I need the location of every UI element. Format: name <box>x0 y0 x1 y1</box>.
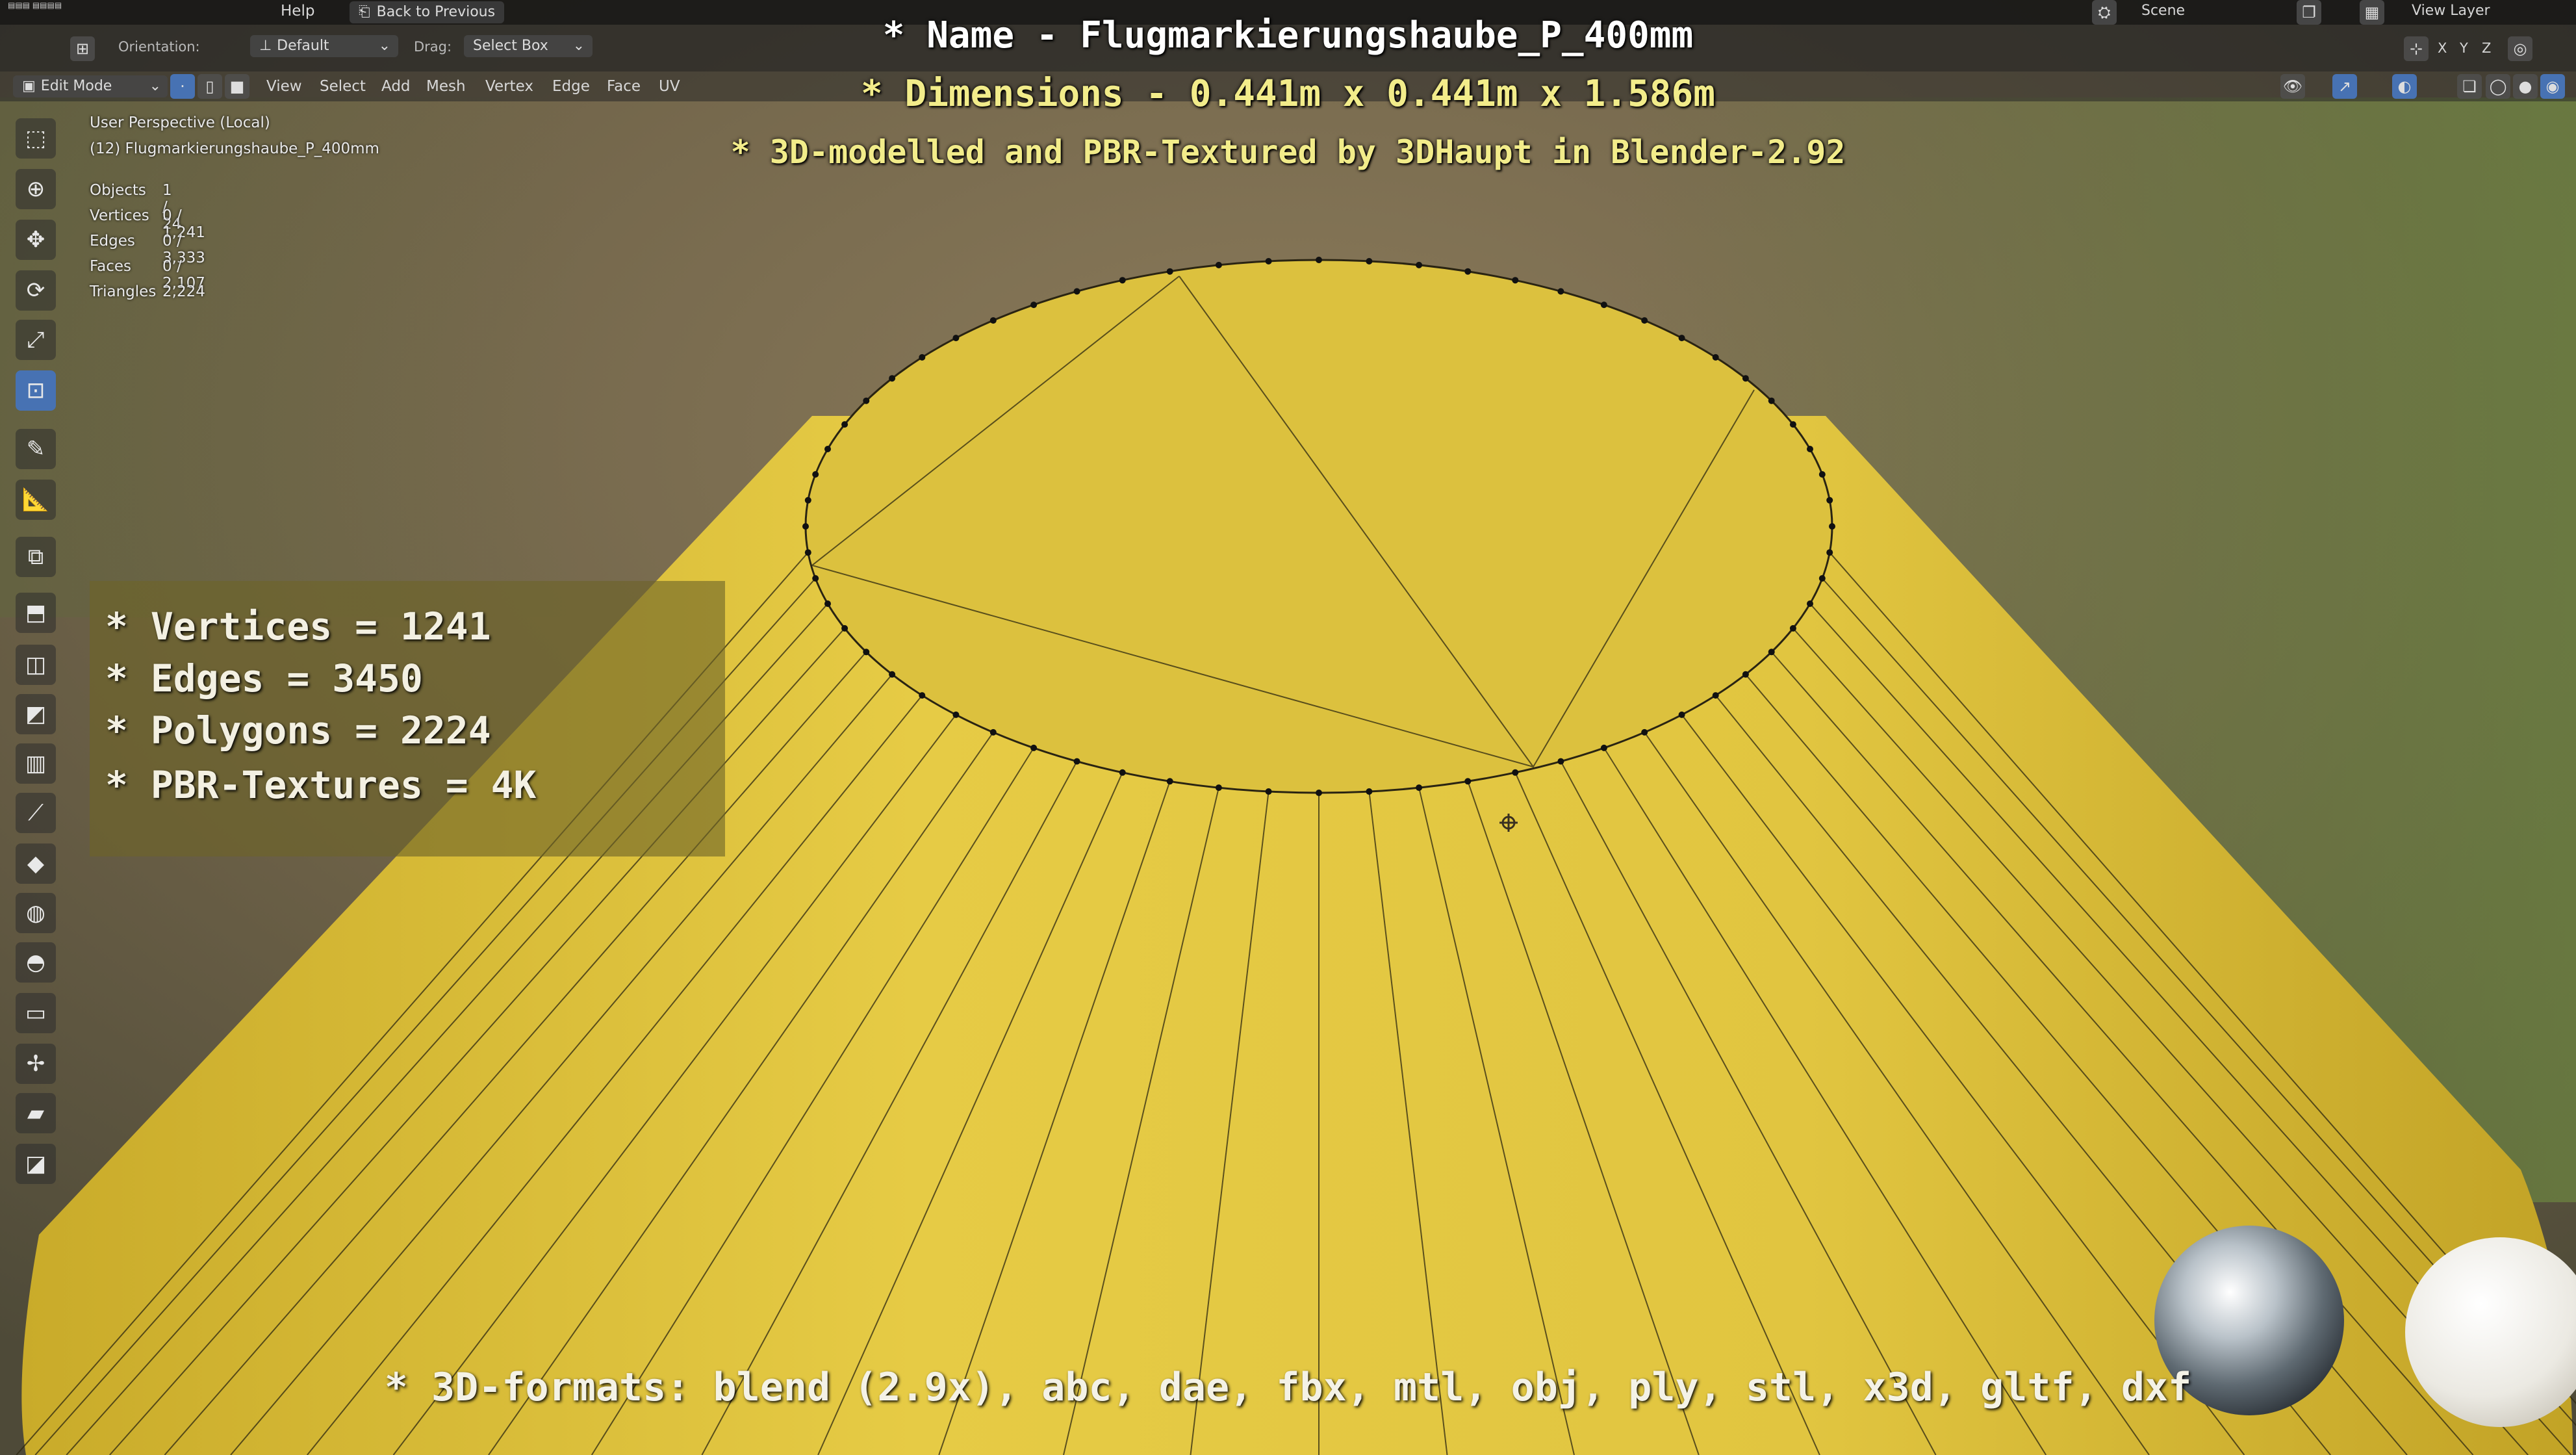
file-path-note: ▤▤▤ ▤▤▤▤ <box>8 1 62 10</box>
shrink-fatten-icon[interactable]: ✢ <box>16 1044 56 1084</box>
cursor-icon[interactable]: ⊕ <box>16 169 56 209</box>
stat-label: Edges <box>90 233 135 250</box>
smooth-icon[interactable]: ◓ <box>16 942 56 983</box>
poly-build-icon[interactable]: ◆ <box>16 843 56 884</box>
extrude-icon[interactable]: ⬒ <box>16 593 56 633</box>
overlay-formats: * 3D-formats: blend (2.9x), abc, dae, fb… <box>384 1365 2192 1410</box>
stat-label: Vertices <box>90 207 149 224</box>
stat-vertices: Vertices 0 / 1,241 <box>90 207 205 241</box>
stat-triangles: Triangles 2,224 <box>90 283 205 300</box>
stat-objects: Objects 1 / 24 <box>90 182 181 233</box>
info-vertices: * Vertices = 1241 <box>105 604 491 649</box>
tool-shelf: ⬚ ⊕ ✥ ⟳ ⤢ ⊡ ✎ 📐 ⧉ ⬒ ◫ ◩ ▥ ⟋ ◆ ◍ ◓ ▭ ✢ ▰ … <box>4 110 70 1254</box>
info-edges: * Edges = 3450 <box>105 656 423 701</box>
info-polygons: * Polygons = 2224 <box>105 708 491 753</box>
mesh-info-box: * Vertices = 1241 * Edges = 3450 * Polyg… <box>90 581 725 856</box>
measure-icon[interactable]: 📐 <box>16 480 56 520</box>
annotate-icon[interactable]: ✎ <box>16 429 56 469</box>
spin-icon[interactable]: ◍ <box>16 893 56 933</box>
move-icon[interactable]: ✥ <box>16 220 56 260</box>
rotate-icon[interactable]: ⟳ <box>16 270 56 311</box>
rip-icon[interactable]: ◪ <box>16 1144 56 1184</box>
overlay-title-credits: * 3D-modelled and PBR-Textured by 3DHaup… <box>730 133 1846 171</box>
stat-label: Triangles <box>90 283 157 300</box>
stat-faces: Faces 0 / 2,107 <box>90 258 205 292</box>
stat-label: Faces <box>90 258 131 275</box>
transform-icon[interactable]: ⊡ <box>16 370 56 411</box>
stat-edges: Edges 0 / 3,333 <box>90 233 205 266</box>
shear-icon[interactable]: ▰ <box>16 1093 56 1133</box>
overlay-title-dimensions: * Dimensions - 0.441m x 0.441m x 1.586m <box>861 73 1715 115</box>
overlay-title-name: * Name - Flugmarkierungshaube_P_400mm <box>882 14 1694 57</box>
inset-icon[interactable]: ◫ <box>16 645 56 685</box>
add-cube-icon[interactable]: ⧉ <box>16 537 56 577</box>
info-pbr-textures: * PBR-Textures = 4K <box>105 763 537 807</box>
loop-cut-icon[interactable]: ▥ <box>16 743 56 784</box>
edge-slide-icon[interactable]: ▭ <box>16 993 56 1033</box>
knife-icon[interactable]: ⟋ <box>16 793 56 833</box>
mesh-top-cap <box>804 259 1833 794</box>
stat-label: Objects <box>90 182 146 199</box>
stat-value: 2,224 <box>162 283 205 300</box>
bevel-icon[interactable]: ◩ <box>16 694 56 734</box>
viewport-perspective: User Perspective (Local) <box>90 114 270 131</box>
scale-icon[interactable]: ⤢ <box>16 320 56 360</box>
